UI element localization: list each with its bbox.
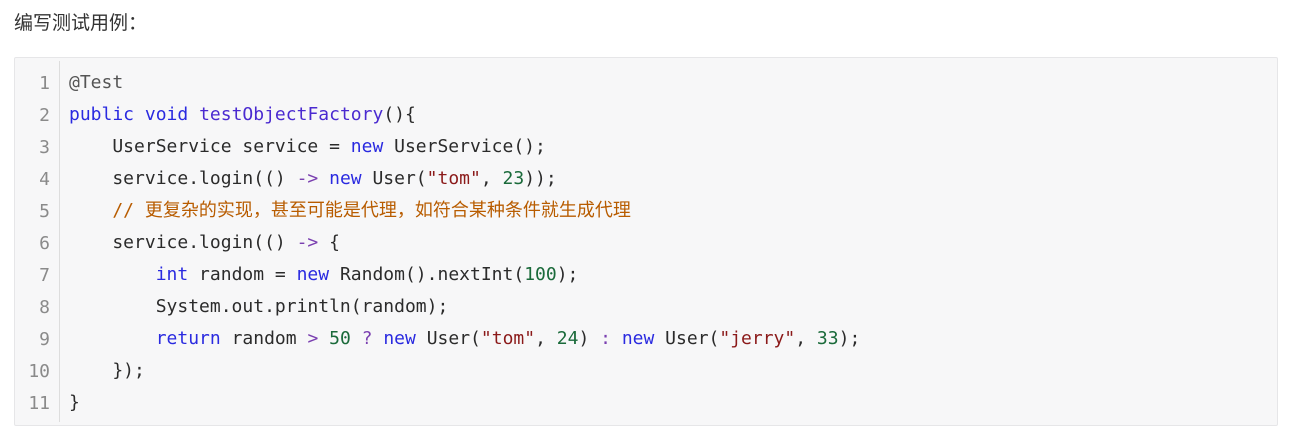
code-line: 4 service.login(() -> new User("tom", 23… xyxy=(15,163,1277,195)
code-token: "tom" xyxy=(480,328,536,349)
code-token: }); xyxy=(69,360,145,381)
code-text: public void testObjectFactory(){ xyxy=(69,99,416,131)
code-text: return random > 50 ? new User("tom", 24)… xyxy=(69,323,861,355)
code-token: "tom" xyxy=(426,168,481,189)
line-number: 3 xyxy=(39,136,50,158)
code-line: 8 System.out.println(random); xyxy=(15,291,1277,323)
code-block: 1 @Test 2 public void testObjectFactory(){3… xyxy=(14,57,1278,426)
code-token: random xyxy=(220,328,308,349)
code-text: @Test xyxy=(69,67,123,99)
code-token: UserService(); xyxy=(383,136,546,157)
line-number: 7 xyxy=(39,264,50,286)
code-token: User( xyxy=(654,328,720,349)
section-heading: 编写测试用例： xyxy=(14,12,148,34)
line-number: 10 xyxy=(28,360,50,382)
code-token: int xyxy=(155,264,189,285)
code-token: , xyxy=(535,328,557,349)
code-token: Random().nextInt( xyxy=(329,264,525,285)
code-token: new xyxy=(296,264,330,285)
code-text: service.login(() -> { xyxy=(69,227,340,259)
code-token: -> xyxy=(296,168,319,189)
code-token: 33 xyxy=(816,328,839,349)
code-token: ? xyxy=(361,328,373,349)
line-number: 8 xyxy=(39,296,50,318)
code-line: 10 }); xyxy=(15,355,1277,387)
code-text: }); xyxy=(69,355,145,387)
code-token: @Test xyxy=(69,72,124,93)
code-token: , xyxy=(480,168,503,189)
code-line: 5 // 更复杂的实现，甚至可能是代理，如符合某种条件就生成代理 xyxy=(15,195,1277,227)
code-line: 2 public void testObjectFactory(){ xyxy=(15,99,1277,131)
line-number: 5 xyxy=(39,200,50,222)
code-token: return xyxy=(155,328,221,349)
line-number: 1 xyxy=(39,72,50,94)
code-line: 11} xyxy=(15,387,1277,419)
code-token: } xyxy=(69,392,80,413)
code-token: new xyxy=(350,136,384,157)
code-text: service.login(() -> new User("tom", 23))… xyxy=(69,163,557,195)
code-token: , xyxy=(795,328,817,349)
code-token: (){ xyxy=(383,104,416,125)
code-token: new xyxy=(329,168,362,189)
code-token: new xyxy=(621,328,655,349)
code-text: int random = new Random().nextInt(100); xyxy=(69,259,579,291)
code-text: // 更复杂的实现，甚至可能是代理，如符合某种条件就生成代理 xyxy=(69,195,631,227)
code-token: random = xyxy=(188,264,297,285)
code-text: UserService service = new UserService(); xyxy=(69,131,546,163)
code-line: 3 UserService service = new UserService(… xyxy=(15,131,1277,163)
code-token: ); xyxy=(838,328,861,349)
code-line: 9 return random > 50 ? new User("tom", 2… xyxy=(15,323,1277,355)
code-token: User( xyxy=(415,328,481,349)
code-token: service.login(() xyxy=(69,232,297,253)
code-token: 24 xyxy=(556,328,579,349)
code-text: System.out.println(random); xyxy=(69,291,449,323)
code-lines: 1 @Test 2 public void testObjectFactory(){3… xyxy=(15,67,1277,419)
code-token: System.out.println(random); xyxy=(69,296,449,317)
code-token: public xyxy=(69,104,135,125)
code-token: -> xyxy=(296,232,319,253)
code-token: > xyxy=(307,328,319,349)
code-token: void xyxy=(144,104,189,125)
code-line: 7 int random = new Random().nextInt(100)… xyxy=(15,259,1277,291)
code-token: UserService service = xyxy=(69,136,351,157)
code-token: testObjectFactory xyxy=(199,104,384,125)
line-number: 4 xyxy=(39,168,50,190)
code-token: "jerry" xyxy=(719,328,796,349)
line-number: 2 xyxy=(39,104,50,126)
line-number: 6 xyxy=(39,232,50,254)
code-token: 23 xyxy=(502,168,525,189)
code-token: : xyxy=(600,328,611,349)
code-token: User( xyxy=(361,168,427,189)
line-number: 9 xyxy=(39,328,50,350)
code-token: service.login(() xyxy=(69,168,297,189)
code-token: ); xyxy=(556,264,579,285)
code-token: 100 xyxy=(524,264,557,285)
code-token: )); xyxy=(524,168,557,189)
code-text: } xyxy=(69,387,80,419)
line-number: 11 xyxy=(28,392,50,414)
code-token: { xyxy=(318,232,340,253)
code-token: new xyxy=(383,328,416,349)
code-line: 1 @Test xyxy=(15,67,1277,99)
code-token: 50 xyxy=(329,328,351,349)
code-token: // 更复杂的实现，甚至可能是代理，如符合某种条件就生成代理 xyxy=(69,200,631,221)
code-line: 6 service.login(() -> { xyxy=(15,227,1277,259)
code-token: ) xyxy=(578,328,601,349)
